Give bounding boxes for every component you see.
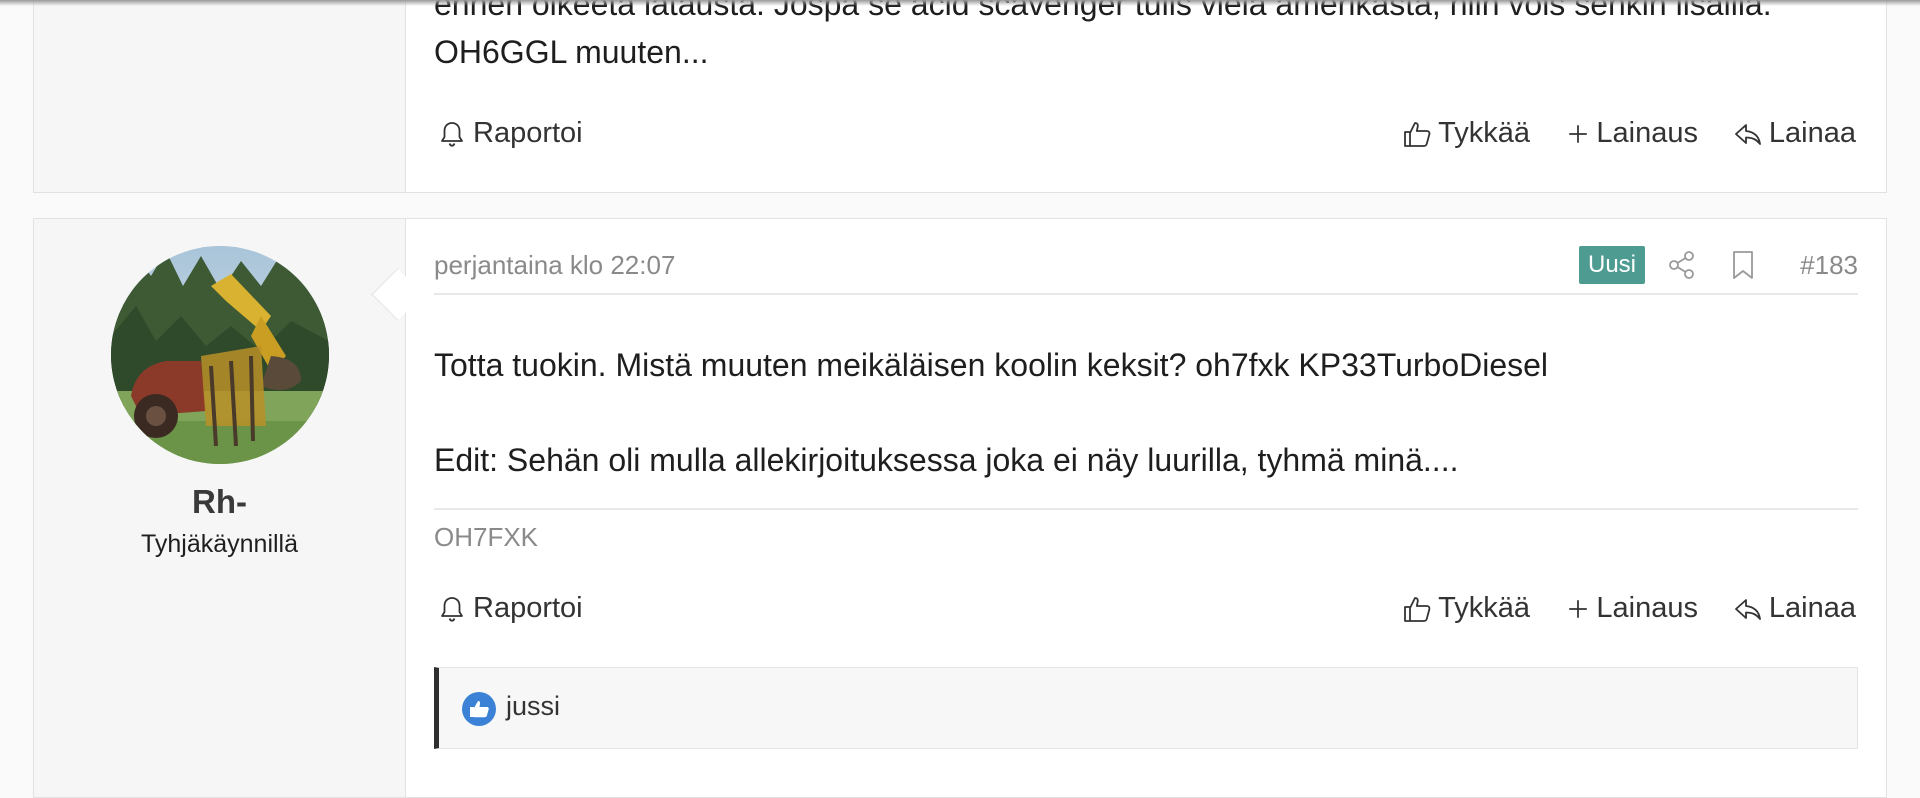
multiquote-button[interactable]: Lainaus	[1566, 592, 1698, 625]
thumbs-up-icon	[1404, 121, 1431, 147]
username[interactable]: Rh-	[34, 483, 405, 521]
plus-icon	[1569, 599, 1588, 618]
reply-button[interactable]: Lainaa	[1733, 117, 1856, 150]
report-label: Raportoi	[473, 117, 583, 149]
reply-label: Lainaa	[1768, 592, 1856, 624]
top-shadow	[0, 0, 1920, 6]
signature-divider	[434, 508, 1858, 510]
bell-icon	[441, 121, 463, 147]
multiquote-label: Lainaus	[1596, 117, 1698, 149]
thumbs-up-icon	[1404, 596, 1431, 622]
post-actions: Raportoi Tykkää Lainaus Lainaa	[434, 117, 1858, 157]
post-actions: Raportoi Tykkää Lainaus Lainaa	[434, 592, 1858, 632]
reply-icon	[1735, 123, 1761, 145]
signature: OH7FXK	[434, 522, 539, 552]
like-button[interactable]: Tykkää	[1402, 592, 1530, 625]
post-sidebar: Rh- Tyhjäkäynnillä	[34, 219, 406, 797]
post-body-line: Totta tuokin. Mistä muuten meikäläisen k…	[434, 347, 1549, 383]
post-main: perjantaina klo 22:07 Uusi #183 Totta tu…	[406, 219, 1886, 797]
share-icon[interactable]	[1668, 250, 1696, 280]
like-reaction-icon	[462, 692, 496, 726]
multiquote-button[interactable]: Lainaus	[1566, 117, 1698, 150]
report-button[interactable]: Raportoi	[437, 592, 583, 625]
like-label: Tykkää	[1438, 592, 1530, 624]
reply-icon	[1735, 598, 1761, 620]
reactions-bar: jussi	[434, 667, 1858, 749]
bookmark-icon[interactable]	[1730, 249, 1756, 281]
post-body-line: Edit: Sehän oli mulla allekirjoituksessa…	[434, 442, 1459, 478]
avatar[interactable]	[111, 246, 329, 464]
post-body-line: OH6GGL muuten...	[434, 34, 709, 70]
like-button[interactable]: Tykkää	[1402, 117, 1530, 150]
report-label: Raportoi	[473, 592, 583, 624]
post-meta: perjantaina klo 22:07 Uusi #183	[434, 243, 1858, 295]
post-body: ennen oikeeta latausta. Jospa se acid sc…	[434, 0, 1858, 76]
report-button[interactable]: Raportoi	[437, 117, 583, 150]
new-badge: Uusi	[1578, 246, 1645, 284]
post-main: ennen oikeeta latausta. Jospa se acid sc…	[406, 0, 1886, 192]
bell-icon	[441, 596, 463, 622]
post-number[interactable]: #183	[1800, 250, 1858, 281]
post-date[interactable]: perjantaina klo 22:07	[434, 250, 675, 281]
multiquote-label: Lainaus	[1596, 592, 1698, 624]
user-title: Tyhjäkäynnillä	[140, 530, 299, 558]
post-body: Totta tuokin. Mistä muuten meikäläisen k…	[434, 341, 1858, 484]
avatar-image	[111, 246, 329, 464]
post: ennen oikeeta latausta. Jospa se acid sc…	[33, 0, 1887, 193]
post-sidebar	[34, 0, 406, 192]
like-label: Tykkää	[1438, 117, 1530, 149]
reply-button[interactable]: Lainaa	[1733, 592, 1856, 625]
liker-name[interactable]: jussi	[506, 691, 560, 722]
plus-icon	[1569, 124, 1588, 143]
post: Rh- Tyhjäkäynnillä perjantaina klo 22:07…	[33, 218, 1887, 798]
reply-label: Lainaa	[1768, 117, 1856, 149]
